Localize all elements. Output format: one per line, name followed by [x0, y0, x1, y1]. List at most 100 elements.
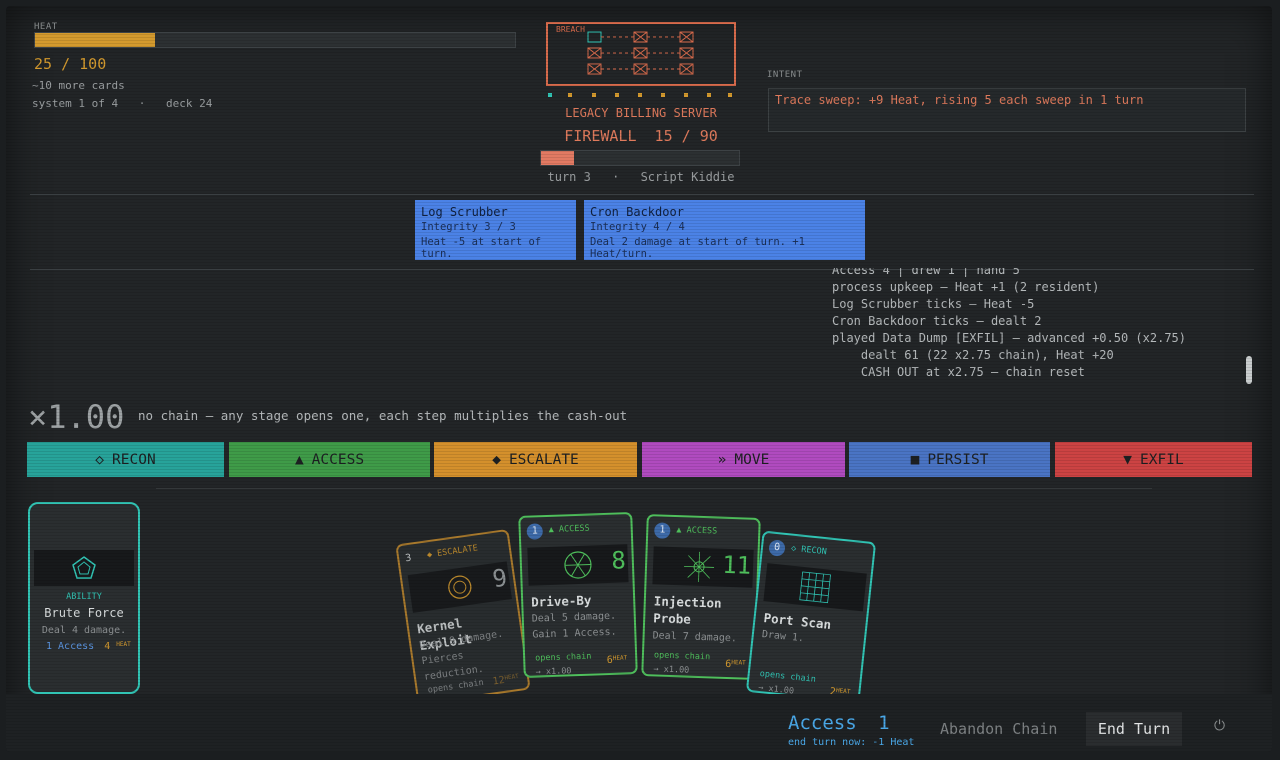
pentagon-icon — [72, 556, 96, 579]
stage-escalate[interactable]: ◆ ESCALATE — [434, 442, 637, 477]
target-name: LEGACY BILLING SERVER — [565, 106, 717, 120]
stage-label: RECON — [112, 451, 156, 468]
card-stage: ▲ ACCESS — [676, 525, 718, 537]
card-cost: 1 — [654, 522, 671, 539]
system-progress: system 1 of 4 · deck 24 — [32, 97, 212, 110]
resident-integrity: Integrity 4 / 4 — [590, 221, 685, 233]
card-cost: 1 — [526, 523, 544, 540]
access-value: 1 — [878, 712, 890, 734]
system-count: system 1 of 4 — [32, 97, 119, 110]
firewall-bar — [540, 150, 740, 166]
resident-effect: Deal 2 damage at start of turn. +1 Heat/… — [590, 236, 805, 260]
card-desc: Gain 1 Access. — [532, 626, 617, 641]
chain-multiplier: ×1.00 — [28, 398, 125, 436]
card-cost: 0 — [768, 539, 786, 557]
log-line: Cron Backdoor ticks — dealt 2 — [832, 314, 1042, 328]
ability-art — [34, 550, 134, 586]
firewall-bar-fill — [541, 151, 574, 165]
log-line: CASH OUT at x2.75 — chain reset — [832, 365, 1085, 379]
card-chain-hint: opens chain — [535, 651, 592, 664]
stage-recon[interactable]: ◇ RECON — [27, 442, 224, 477]
stage-access[interactable]: ▲ ACCESS — [229, 442, 430, 477]
turn-counter: turn 3 — [547, 170, 591, 184]
access-icon: ▲ — [294, 451, 304, 468]
log-scrollbar[interactable] — [1246, 356, 1252, 384]
power-icon[interactable]: ⏻ — [1214, 718, 1225, 734]
persist-icon: ■ — [910, 451, 920, 468]
combat-log[interactable]: Access 4 | drew 1 | hand 5 process upkee… — [832, 268, 1232, 386]
card-multiplier: → x1.00 — [535, 666, 572, 678]
breach-map: BREACH — [546, 22, 736, 86]
stage-label: MOVE — [734, 451, 770, 468]
card-heat: 6HEAT — [607, 654, 628, 666]
grid-icon — [799, 571, 831, 604]
log-line: played Data Dump [EXFIL] — advanced +0.5… — [832, 331, 1187, 345]
card-name: Drive-By — [530, 592, 592, 610]
footer-bar — [6, 694, 1272, 752]
recon-icon: ◇ — [95, 451, 105, 468]
card-heat: 12HEAT — [492, 673, 520, 688]
card-chain-hint: opens chain — [653, 650, 711, 663]
breach-node-active — [587, 31, 602, 43]
card-stage: ◇ RECON — [790, 543, 828, 558]
card-multiplier: → x1.00 — [653, 664, 690, 676]
abandon-chain-button[interactable]: Abandon Chain — [940, 720, 1057, 738]
difficulty-label: Script Kiddie — [640, 170, 735, 184]
card-heat: 6HEAT — [725, 659, 746, 671]
stage-persist[interactable]: ■ PERSIST — [849, 442, 1050, 477]
resident-name: Log Scrubber — [421, 205, 508, 219]
heat-label: HEAT — [731, 659, 746, 667]
log-line: process upkeep — Heat +1 (2 resident) — [832, 280, 1100, 294]
card-cost: 3 — [404, 552, 413, 565]
end-turn-button[interactable]: End Turn — [1086, 712, 1182, 746]
stage-exfil[interactable]: ▼ EXFIL — [1055, 442, 1252, 477]
card-chain-hint: opens chain — [759, 668, 817, 685]
ability-access-cost: 1 Access — [46, 641, 95, 652]
divider — [30, 194, 1254, 195]
heat-bar-fill — [35, 33, 155, 47]
exfil-icon: ▼ — [1123, 451, 1133, 468]
resident-integrity: Integrity 3 / 3 — [421, 221, 516, 233]
stage-label: PERSIST — [927, 451, 989, 468]
ability-name: Brute Force — [44, 606, 124, 620]
cards-remaining: ~10 more cards — [32, 79, 125, 92]
access-counter: Access 1 — [788, 712, 890, 734]
card-drive-by[interactable]: 1 ▲ ACCESS 8 Drive-By Deal 5 damage. Gai… — [518, 512, 638, 678]
card-injection-probe[interactable]: 1 ▲ ACCESS 11 Injection Probe Deal 7 dam… — [641, 514, 761, 680]
card-stage: ▲ ACCESS — [548, 523, 590, 535]
end-turn-note: end turn now: -1 Heat — [788, 737, 915, 748]
card-damage: 8 — [610, 546, 627, 575]
deck-count: deck 24 — [165, 97, 213, 110]
card-kernel-exploit[interactable]: 3 ◆ ESCALATE 9 Kernel Exploit Deal 9 dam… — [395, 528, 531, 706]
ability-card-brute-force[interactable]: ABILITY Brute Force Deal 4 damage. 1 Acc… — [28, 502, 140, 694]
log-line: dealt 61 (22 x2.75 chain), Heat +20 — [832, 348, 1114, 362]
heat-value: 25 / 100 — [34, 55, 107, 73]
stage-move[interactable]: » MOVE — [642, 442, 845, 477]
resident-cron-backdoor[interactable]: Cron Backdoor Integrity 4 / 4 Deal 2 dam… — [584, 200, 865, 260]
card-desc: Draw 1. — [761, 628, 805, 645]
escalate-icon: ◆ — [492, 451, 501, 468]
separator: · — [138, 97, 146, 110]
heat-label: HEAT — [116, 641, 131, 648]
heat-bar — [34, 32, 516, 48]
heat-label: HEAT — [34, 22, 58, 32]
route-dots — [548, 93, 732, 97]
ability-desc: Deal 4 damage. — [41, 625, 127, 636]
move-icon: » — [717, 451, 727, 468]
intent-box: Trace sweep: +9 Heat, rising 5 each swee… — [768, 88, 1246, 132]
log-line: Log Scrubber ticks — Heat -5 — [832, 297, 1035, 311]
heat-label: HEAT — [612, 654, 628, 662]
intent-label: INTENT — [767, 70, 803, 80]
access-label: Access — [788, 712, 857, 734]
game-screen: HEAT 25 / 100 ~10 more cards system 1 of… — [6, 6, 1272, 752]
card-stage: ◆ ESCALATE — [426, 543, 479, 561]
resident-effect: Heat -5 at start of turn. — [421, 236, 542, 260]
heat-label: HEAT — [503, 672, 520, 682]
ability-tag: ABILITY — [66, 592, 102, 602]
breach-nodes — [587, 31, 694, 75]
stage-label: ACCESS — [311, 451, 365, 468]
resident-log-scrubber[interactable]: Log Scrubber Integrity 3 / 3 Heat -5 at … — [415, 200, 576, 260]
card-port-scan[interactable]: 0 ◇ RECON Port Scan Draw 1. opens chain … — [745, 530, 877, 704]
chain-hint: no chain — any stage opens one, each ste… — [138, 408, 628, 423]
card-name: Injection Probe — [652, 593, 722, 627]
